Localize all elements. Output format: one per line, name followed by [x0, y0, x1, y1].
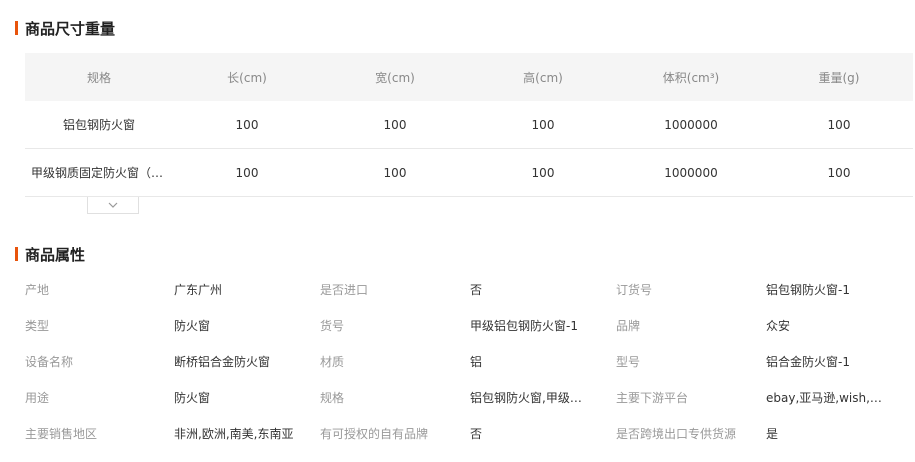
size-section-title-text: 商品尺寸重量 — [25, 19, 116, 38]
chevron-down-icon — [108, 202, 118, 208]
size-section-title: 商品尺寸重量 — [15, 18, 115, 38]
attr-value: 铝包钢防火窗,甲级钢质固定防火窗 — [470, 390, 616, 405]
table-row: 铝包钢防火窗 100 100 100 1000000 100 — [25, 101, 913, 149]
row-height: 100 — [531, 117, 555, 132]
section-accent-bar — [15, 21, 18, 35]
attribute-row: 类型 防火窗 货号 甲级铝包钢防火窗-1 品牌 众安 — [25, 307, 913, 343]
attr-label: 是否跨境出口专供货源 — [616, 426, 737, 441]
header-length: 长(cm) — [227, 70, 267, 85]
attr-label: 材质 — [320, 354, 345, 369]
attr-label: 订货号 — [616, 282, 653, 297]
row-volume: 1000000 — [664, 165, 718, 180]
header-weight: 重量(g) — [818, 70, 860, 85]
row-weight: 100 — [827, 117, 851, 132]
row-length: 100 — [235, 117, 259, 132]
attr-label: 是否进口 — [320, 282, 369, 297]
attr-section-title-text: 商品属性 — [25, 245, 86, 264]
attr-label: 有可授权的自有品牌 — [320, 426, 429, 441]
attr-label: 主要下游平台 — [616, 390, 689, 405]
attr-value: 否 — [470, 426, 483, 441]
attr-value: 断桥铝合金防火窗 — [174, 354, 271, 369]
attr-value: 众安 — [766, 318, 791, 333]
attribute-row: 设备名称 断桥铝合金防火窗 材质 铝 型号 铝合金防火窗-1 — [25, 343, 913, 379]
row-width: 100 — [383, 117, 407, 132]
attr-value: 非洲,欧洲,南美,东南亚 — [174, 426, 294, 441]
header-height: 高(cm) — [523, 70, 563, 85]
attribute-row: 用途 防火窗 规格 铝包钢防火窗,甲级钢质固定防火窗 主要下游平台 ebay,亚… — [25, 379, 913, 415]
attr-value: 防火窗 — [174, 318, 211, 333]
attribute-row: 主要销售地区 非洲,欧洲,南美,东南亚 有可授权的自有品牌 否 是否跨境出口专供… — [25, 415, 913, 451]
attr-value: 防火窗 — [174, 390, 211, 405]
attr-label: 型号 — [616, 354, 641, 369]
row-spec: 甲级钢质固定防火窗（钢质固定防火窗） — [31, 166, 173, 180]
attr-value: ebay,亚马逊,wish,速卖通 — [766, 390, 906, 405]
attr-value: 铝合金防火窗-1 — [766, 354, 850, 369]
attr-label: 设备名称 — [25, 354, 74, 369]
row-spec: 铝包钢防火窗 — [62, 118, 135, 132]
expand-rows-button[interactable] — [87, 197, 139, 214]
row-height: 100 — [531, 165, 555, 180]
attr-value: 广东广州 — [174, 282, 223, 297]
attr-value: 甲级铝包钢防火窗-1 — [470, 318, 578, 333]
header-spec: 规格 — [86, 70, 111, 85]
table-row: 甲级钢质固定防火窗（钢质固定防火窗） 100 100 100 1000000 1… — [25, 149, 913, 197]
attr-label: 规格 — [320, 390, 345, 405]
row-width: 100 — [383, 165, 407, 180]
row-length: 100 — [235, 165, 259, 180]
attr-value: 铝 — [470, 354, 483, 369]
attr-label: 主要销售地区 — [25, 426, 98, 441]
attr-value: 是 — [766, 426, 779, 441]
attribute-row: 产地 广东广州 是否进口 否 订货号 铝包钢防火窗-1 — [25, 271, 913, 307]
attribute-grid: 产地 广东广州 是否进口 否 订货号 铝包钢防火窗-1 类型 防火窗 货号 甲级… — [25, 271, 913, 451]
header-width: 宽(cm) — [375, 70, 415, 85]
attr-label: 用途 — [25, 390, 50, 405]
attr-value: 否 — [470, 282, 483, 297]
section-accent-bar — [15, 247, 18, 261]
attr-label: 货号 — [320, 318, 345, 333]
header-volume: 体积(cm³) — [662, 70, 720, 85]
attr-label: 产地 — [25, 282, 50, 297]
attr-value: 铝包钢防火窗-1 — [766, 282, 850, 297]
size-table-header: 规格 长(cm) 宽(cm) 高(cm) 体积(cm³) 重量(g) — [25, 53, 913, 101]
attr-label: 类型 — [25, 318, 50, 333]
row-volume: 1000000 — [664, 117, 718, 132]
row-weight: 100 — [827, 165, 851, 180]
attr-section-title: 商品属性 — [15, 244, 85, 264]
size-table: 规格 长(cm) 宽(cm) 高(cm) 体积(cm³) 重量(g) 铝包钢防火… — [25, 53, 913, 197]
attr-label: 品牌 — [616, 318, 641, 333]
